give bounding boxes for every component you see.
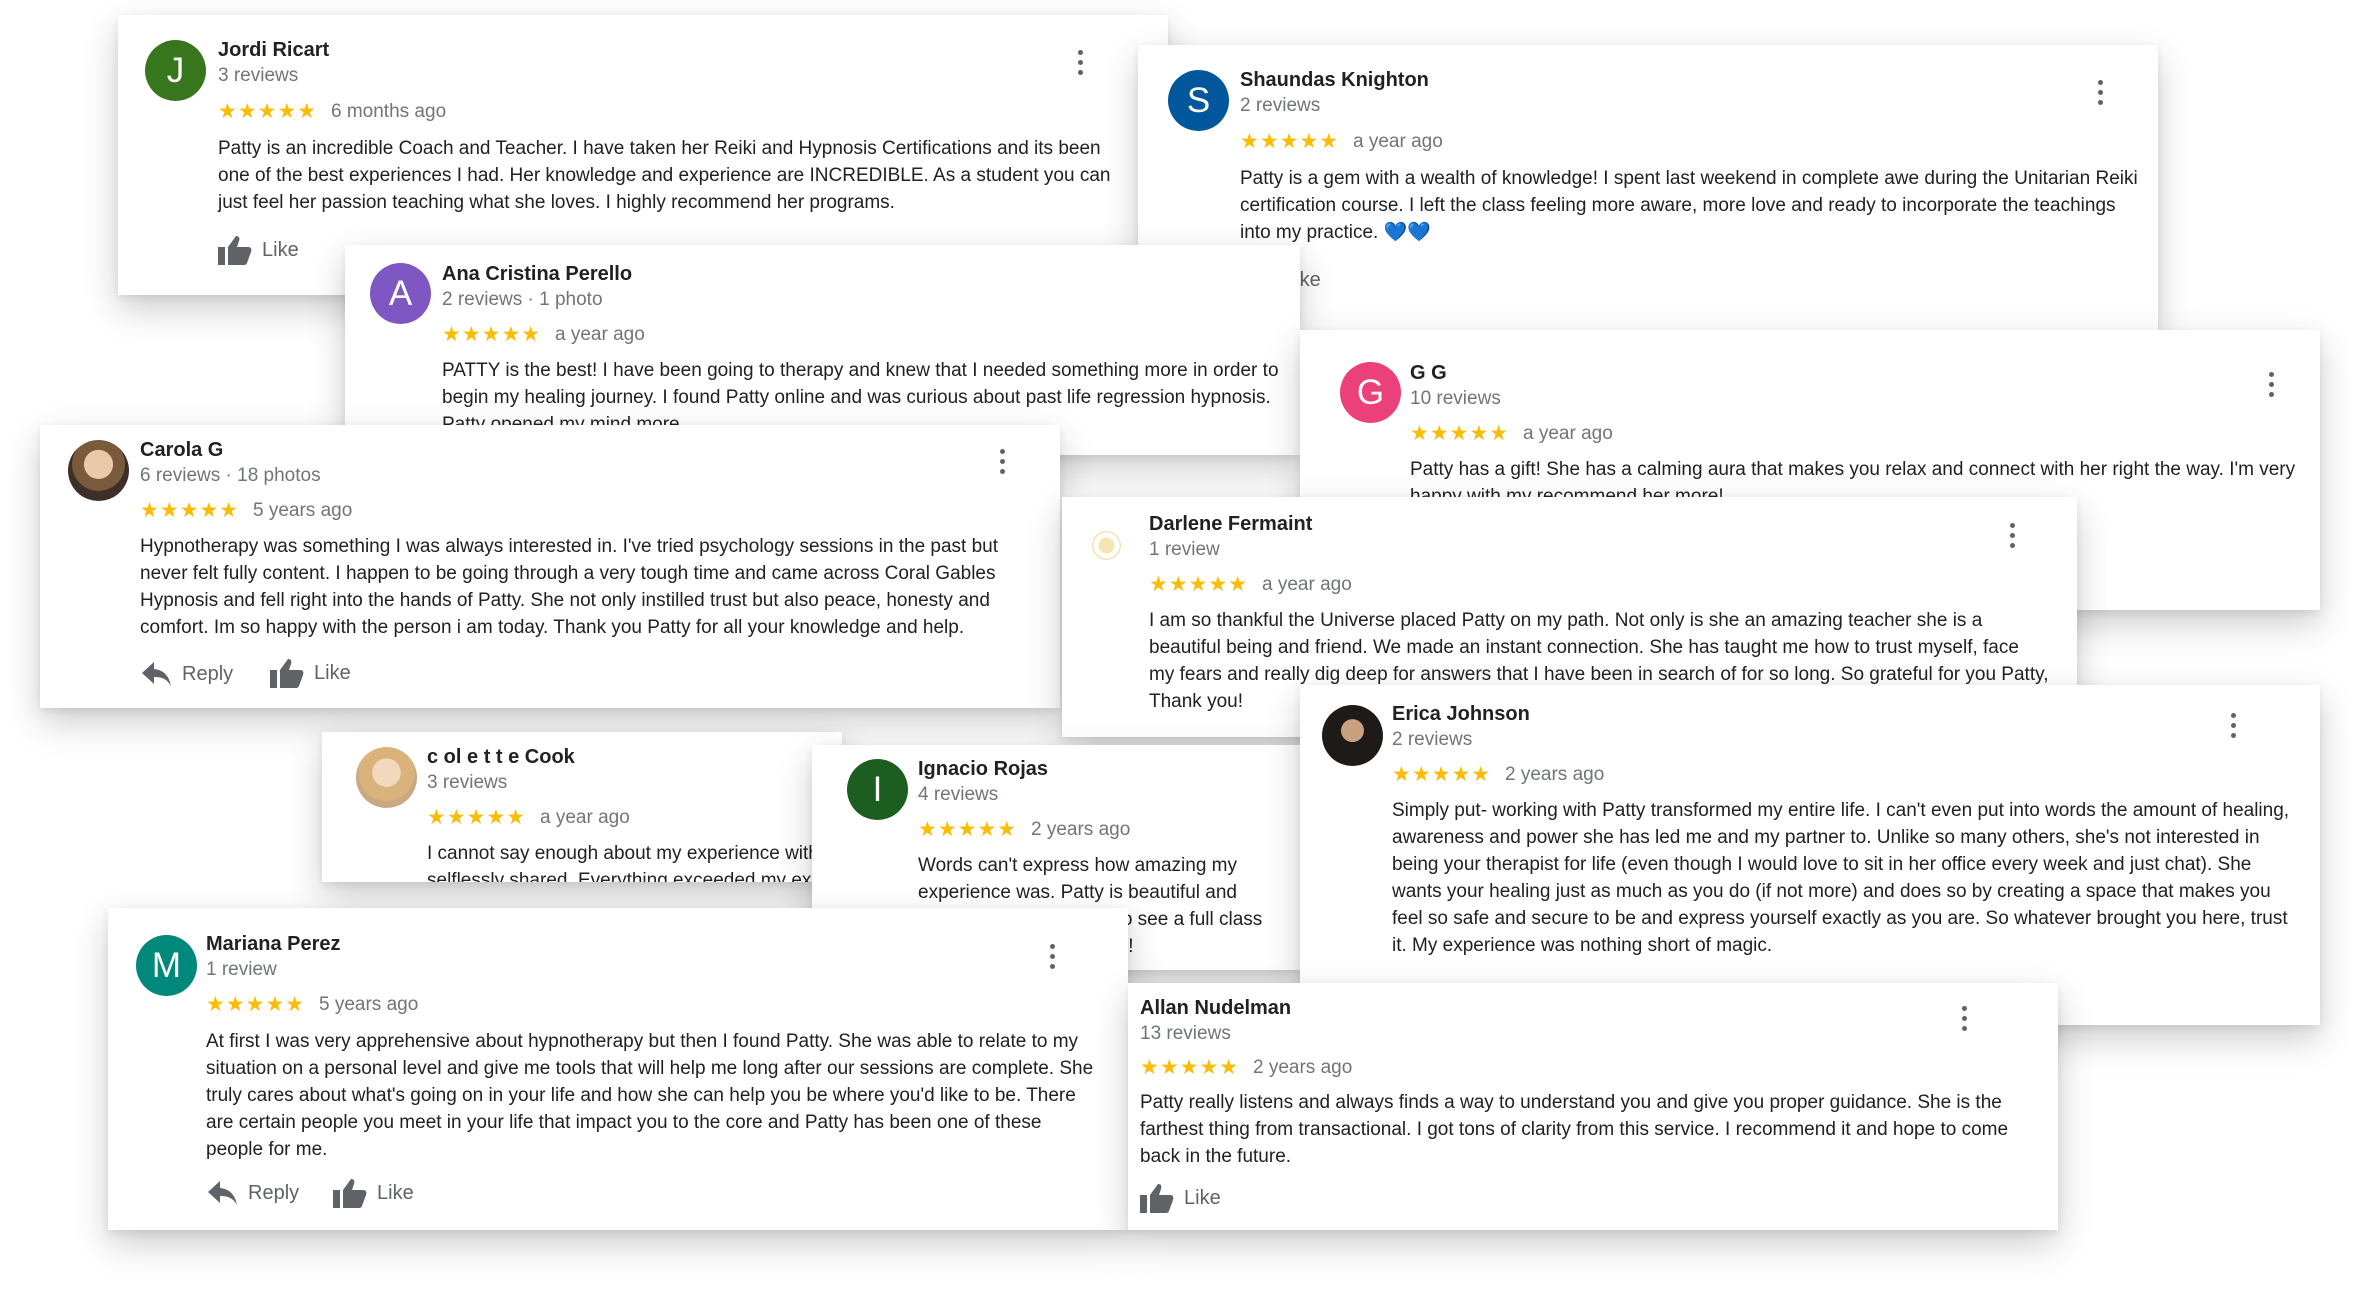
more-options-icon[interactable]	[2007, 523, 2017, 551]
reviewer-meta: 13 reviews	[1140, 1023, 1231, 1044]
reviewer-name[interactable]: Shaundas Knighton	[1240, 69, 1429, 92]
reviewer-name[interactable]: Ana Cristina Perello	[442, 263, 632, 286]
like-button[interactable]: Like	[218, 235, 299, 265]
reviewer-name[interactable]: Erica Johnson	[1392, 703, 1530, 726]
star-rating: ★★★★★	[1140, 1056, 1240, 1079]
like-label: Like	[262, 238, 299, 261]
review-date: 2 years ago	[1505, 764, 1605, 785]
review-date: 2 years ago	[1253, 1057, 1353, 1078]
review-date: a year ago	[555, 324, 645, 345]
reviewer-meta: 10 reviews	[1410, 388, 1501, 409]
reply-button[interactable]: Reply	[142, 662, 233, 686]
thumbs-up-icon	[333, 1179, 367, 1208]
more-options-icon[interactable]	[2266, 372, 2276, 400]
reviewer-name[interactable]: Carola G	[140, 439, 223, 462]
star-rating: ★★★★★	[1410, 422, 1510, 445]
thumbs-up-icon	[270, 659, 304, 688]
star-rating: ★★★★★	[442, 323, 542, 346]
review-text: Simply put- working with Patty transform…	[1392, 800, 2290, 956]
avatar[interactable]: M	[136, 935, 197, 996]
like-button[interactable]: Like	[1140, 1183, 1221, 1213]
review-card: Carola G 6 reviews · 18 photos ★★★★★ 5 y…	[40, 425, 1060, 708]
review-text: Hypnotherapy was something I was always …	[140, 536, 999, 638]
review-card: A Ana Cristina Perello 2 reviews · 1 pho…	[345, 245, 1300, 455]
reviewer-name[interactable]: G G	[1410, 362, 1447, 385]
reviewer-meta: 4 reviews	[918, 784, 999, 805]
star-rating: ★★★★★	[1392, 763, 1492, 786]
review-card: c ol e t t e Cook 3 reviews ★★★★★ a year…	[322, 732, 842, 882]
star-rating: ★★★★★	[140, 499, 240, 522]
more-options-icon[interactable]	[2095, 80, 2105, 108]
reviewer-meta: 2 reviews	[1240, 95, 1321, 116]
like-button[interactable]: Like	[270, 658, 351, 688]
review-date: 2 years ago	[1031, 819, 1131, 840]
review-date: a year ago	[1262, 574, 1352, 595]
reviewer-meta: 1 review	[1149, 539, 1220, 560]
review-card: M Mariana Perez 1 review ★★★★★ 5 years a…	[108, 908, 1128, 1230]
star-rating: ★★★★★	[1240, 130, 1340, 153]
reply-button[interactable]: Reply	[208, 1181, 299, 1205]
reviewer-name[interactable]: Jordi Ricart	[218, 39, 329, 62]
reviewer-meta: 2 reviews	[1392, 729, 1473, 750]
avatar[interactable]: A	[370, 263, 431, 324]
star-rating: ★★★★★	[218, 100, 318, 123]
reviewer-meta: 3 reviews	[427, 772, 508, 793]
star-rating: ★★★★★	[1149, 573, 1249, 596]
reviewer-name[interactable]: Darlene Fermaint	[1149, 513, 1312, 536]
review-card: Allan Nudelman 13 reviews ★★★★★ 2 years …	[1128, 983, 2058, 1230]
review-date: 6 months ago	[331, 101, 447, 122]
reviewer-name[interactable]: Allan Nudelman	[1140, 997, 1291, 1020]
avatar[interactable]	[1076, 515, 1137, 576]
thumbs-up-icon	[1140, 1184, 1174, 1213]
reviewer-name[interactable]: Ignacio Rojas	[918, 758, 1048, 781]
more-options-icon[interactable]	[1047, 944, 1057, 972]
review-text: Patty is an incredible Coach and Teacher…	[218, 138, 1111, 213]
review-date: a year ago	[1353, 131, 1443, 152]
avatar[interactable]: S	[1168, 70, 1229, 131]
review-date: a year ago	[1523, 423, 1613, 444]
reviewer-name[interactable]: Mariana Perez	[206, 933, 341, 956]
like-label: Like	[377, 1181, 414, 1204]
avatar[interactable]: J	[145, 40, 206, 101]
reviewer-meta: 6 reviews · 18 photos	[140, 465, 321, 486]
review-date: 5 years ago	[253, 500, 353, 521]
like-button[interactable]: Like	[333, 1178, 414, 1208]
avatar[interactable]	[68, 440, 129, 501]
more-options-icon[interactable]	[2228, 713, 2238, 741]
review-date: 5 years ago	[319, 994, 419, 1015]
star-rating: ★★★★★	[918, 818, 1018, 841]
reviewer-name[interactable]: c ol e t t e Cook	[427, 746, 575, 769]
review-text: I cannot say enough about my experience …	[427, 843, 842, 882]
star-rating: ★★★★★	[206, 993, 306, 1016]
like-label: Like	[314, 661, 351, 684]
more-options-icon[interactable]	[1959, 1006, 1969, 1034]
thumbs-up-icon	[218, 236, 252, 265]
avatar[interactable]: G	[1340, 362, 1401, 423]
like-label: Like	[1184, 1186, 1221, 1209]
review-date: a year ago	[540, 807, 630, 828]
reviewer-meta: 3 reviews	[218, 65, 299, 86]
reply-icon	[142, 662, 171, 686]
more-options-icon[interactable]	[997, 449, 1007, 477]
reply-icon	[208, 1181, 237, 1205]
review-text: At first I was very apprehensive about h…	[206, 1031, 1094, 1160]
reply-label: Reply	[182, 662, 234, 685]
more-options-icon[interactable]	[1075, 50, 1085, 78]
avatar[interactable]	[1322, 705, 1383, 766]
reviewer-meta: 2 reviews · 1 photo	[442, 289, 603, 310]
review-card: Erica Johnson 2 reviews ★★★★★ 2 years ag…	[1300, 685, 2320, 1025]
avatar[interactable]	[356, 747, 417, 808]
review-text: Patty is a gem with a wealth of knowledg…	[1240, 168, 2138, 243]
reviewer-meta: 1 review	[206, 959, 277, 980]
review-text: Patty really listens and always finds a …	[1140, 1092, 2009, 1167]
avatar[interactable]: I	[847, 759, 908, 820]
reply-label: Reply	[248, 1181, 300, 1204]
star-rating: ★★★★★	[427, 806, 527, 829]
